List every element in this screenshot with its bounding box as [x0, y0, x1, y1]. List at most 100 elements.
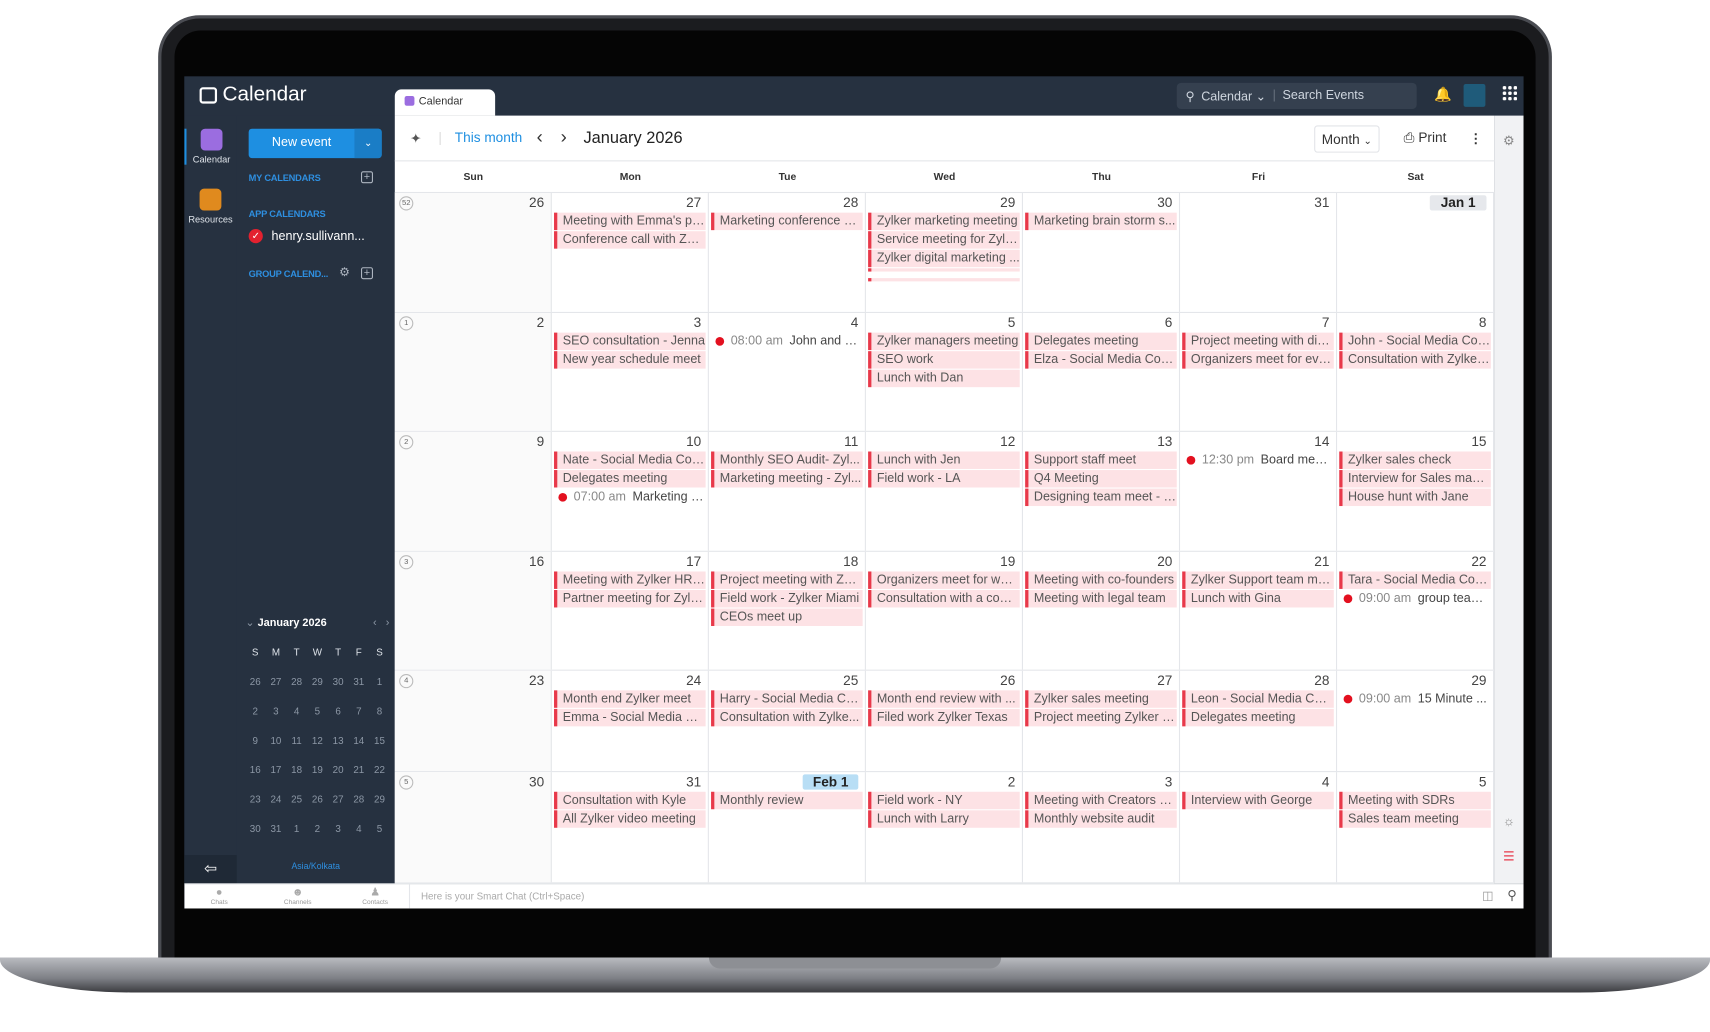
- mini-calendar-title[interactable]: ⌄ January 2026: [245, 617, 326, 629]
- event-item-collapsed[interactable]: [868, 268, 1020, 272]
- day-number[interactable]: 15: [1471, 434, 1486, 449]
- day-cell[interactable]: 4 08:00 am John and zyl...: [709, 313, 866, 431]
- avatar[interactable]: [1463, 83, 1486, 107]
- mini-calendar-day[interactable]: 23: [245, 794, 265, 805]
- event-item[interactable]: Tara - Social Media Cons...: [1339, 571, 1491, 589]
- mini-calendar-day[interactable]: 8: [370, 706, 390, 717]
- day-cell[interactable]: 31: [1180, 193, 1338, 312]
- mini-calendar-day[interactable]: 24: [266, 794, 286, 805]
- apps-grid-icon[interactable]: [1501, 85, 1518, 101]
- event-item[interactable]: Zylker digital marketing ...: [868, 249, 1020, 268]
- event-item[interactable]: Marketing brain storm s...: [1025, 212, 1177, 231]
- day-number[interactable]: 5: [1008, 315, 1016, 330]
- event-item[interactable]: 08:00 am John and zyl...: [711, 333, 863, 350]
- mini-calendar-day[interactable]: 4: [287, 706, 307, 717]
- event-item-collapsed[interactable]: [868, 278, 1020, 282]
- bell-icon[interactable]: 🔔: [1434, 86, 1452, 103]
- app-calendars-heading[interactable]: APP CALENDARS: [249, 208, 326, 219]
- event-item[interactable]: Marketing conference ki...: [711, 212, 863, 231]
- event-item[interactable]: Month end Zylker meet: [554, 690, 706, 708]
- event-item[interactable]: Q4 Meeting: [1025, 470, 1177, 488]
- day-number[interactable]: 12: [1000, 434, 1015, 449]
- week-number[interactable]: 1: [399, 316, 414, 331]
- gear-icon[interactable]: ⚙: [339, 265, 350, 279]
- day-cell[interactable]: Jan 1: [1337, 193, 1495, 312]
- add-calendar-icon[interactable]: +: [360, 171, 373, 184]
- event-item[interactable]: Interview for Sales mana...: [1339, 470, 1491, 488]
- mini-calendar-day[interactable]: 27: [266, 676, 286, 687]
- event-item[interactable]: Interview with George: [1182, 791, 1334, 810]
- day-number[interactable]: 26: [529, 195, 544, 210]
- day-number[interactable]: 7: [1322, 315, 1330, 330]
- mini-calendar-day[interactable]: 15: [370, 735, 390, 746]
- mini-calendar-day[interactable]: 3: [266, 706, 286, 717]
- week-number[interactable]: 4: [399, 673, 414, 689]
- event-item[interactable]: Zylker sales check: [1339, 451, 1491, 469]
- mini-calendar-day[interactable]: 5: [308, 706, 328, 717]
- tab-calendar[interactable]: Calendar: [394, 89, 496, 116]
- mini-calendar-day[interactable]: 6: [328, 706, 348, 717]
- event-item[interactable]: Project meeting with Zyl...: [711, 571, 863, 589]
- group-calendars-heading[interactable]: GROUP CALEND...: [249, 268, 329, 279]
- mini-calendar-day[interactable]: 2: [308, 823, 328, 834]
- day-cell[interactable]: 18 Project meeting with Zyl... Field work …: [709, 551, 866, 670]
- search-icon[interactable]: ⚲: [1507, 888, 1517, 903]
- event-item[interactable]: Organizers meet for event: [1182, 351, 1334, 369]
- event-item[interactable]: Designing team meet - Z...: [1025, 488, 1177, 507]
- day-cell[interactable]: 8 John - Social Media Con... Consultation …: [1337, 313, 1495, 431]
- event-item[interactable]: Delegates meeting: [554, 470, 706, 488]
- day-number[interactable]: 10: [686, 434, 701, 449]
- mini-calendar-day[interactable]: 20: [328, 765, 348, 776]
- more-options-icon[interactable]: ⋮: [1469, 130, 1483, 146]
- event-item[interactable]: 12:30 pm Board mem...: [1182, 452, 1334, 469]
- prev-month-icon[interactable]: ‹: [373, 617, 377, 629]
- event-item[interactable]: Zylker Support team me...: [1182, 571, 1334, 589]
- event-item[interactable]: Meeting with legal team: [1025, 590, 1177, 608]
- day-cell[interactable]: 25 Harry - Social Media Co... Consultation…: [709, 670, 866, 772]
- day-cell[interactable]: 52 26: [394, 193, 552, 312]
- event-item[interactable]: Consultation with Kyle: [554, 791, 706, 810]
- day-cell[interactable]: 4 Interview with George: [1180, 772, 1338, 883]
- mini-calendar-day[interactable]: 5: [370, 823, 390, 834]
- event-item[interactable]: Conference call with Zyl...: [554, 231, 706, 249]
- day-number[interactable]: 5: [1479, 774, 1487, 789]
- day-number[interactable]: 26: [1000, 673, 1015, 688]
- day-cell[interactable]: 12: [394, 313, 552, 431]
- day-number[interactable]: 3: [694, 315, 702, 330]
- mini-calendar-day[interactable]: 19: [308, 765, 328, 776]
- day-cell[interactable]: 13 Support staff meet Q4 Meeting Designing …: [1023, 431, 1181, 551]
- day-cell[interactable]: 15 Zylker sales check Interview for Sales …: [1337, 431, 1495, 551]
- mini-calendar-day[interactable]: 11: [287, 735, 307, 746]
- day-cell[interactable]: Feb 1 Monthly review: [709, 772, 866, 883]
- day-cell[interactable]: 3 SEO consultation - Jenna New year schedu…: [552, 313, 709, 431]
- search-input[interactable]: Search Events: [1282, 89, 1364, 102]
- day-number[interactable]: Jan 1: [1429, 195, 1487, 211]
- day-number[interactable]: Feb 1: [803, 774, 859, 790]
- mini-calendar-day[interactable]: 29: [308, 676, 328, 687]
- day-number[interactable]: 24: [686, 673, 701, 688]
- day-number[interactable]: 6: [1165, 315, 1173, 330]
- week-number[interactable]: 3: [399, 555, 414, 570]
- day-cell[interactable]: 27 Zylker sales meeting Project meeting Zy…: [1023, 670, 1181, 772]
- view-selector[interactable]: Month ⌄: [1314, 125, 1380, 153]
- mini-calendar-day[interactable]: 28: [287, 676, 307, 687]
- mini-calendar-day[interactable]: 21: [349, 765, 369, 776]
- mini-calendar-day[interactable]: 17: [266, 765, 286, 776]
- day-cell[interactable]: 21 Zylker Support team me... Lunch with Gi…: [1180, 551, 1338, 670]
- day-number[interactable]: 4: [851, 315, 859, 330]
- day-number[interactable]: 2: [537, 315, 545, 330]
- day-cell[interactable]: 27 Meeting with Emma's pa... Conference ca…: [552, 193, 709, 312]
- day-cell[interactable]: 24 Month end Zylker meet Emma - Social Med…: [552, 670, 709, 772]
- event-item[interactable]: Sales team meeting: [1339, 810, 1491, 828]
- day-cell[interactable]: 14 12:30 pm Board mem...: [1180, 431, 1338, 551]
- mini-calendar-day[interactable]: 10: [266, 735, 286, 746]
- settings-gear-icon[interactable]: ⚙: [1494, 133, 1523, 148]
- event-item[interactable]: Partner meeting for Zylk...: [554, 590, 706, 608]
- day-cell[interactable]: 5 30: [394, 772, 552, 883]
- mini-calendar-day[interactable]: 1: [287, 823, 307, 834]
- event-item[interactable]: Lunch with Dan: [868, 369, 1020, 388]
- mini-calendar-day[interactable]: 13: [328, 735, 348, 746]
- event-item[interactable]: Meeting with SDRs: [1339, 791, 1491, 810]
- this-month-button[interactable]: This month: [455, 130, 522, 145]
- collapse-sidebar-icon[interactable]: ⇦: [184, 855, 237, 884]
